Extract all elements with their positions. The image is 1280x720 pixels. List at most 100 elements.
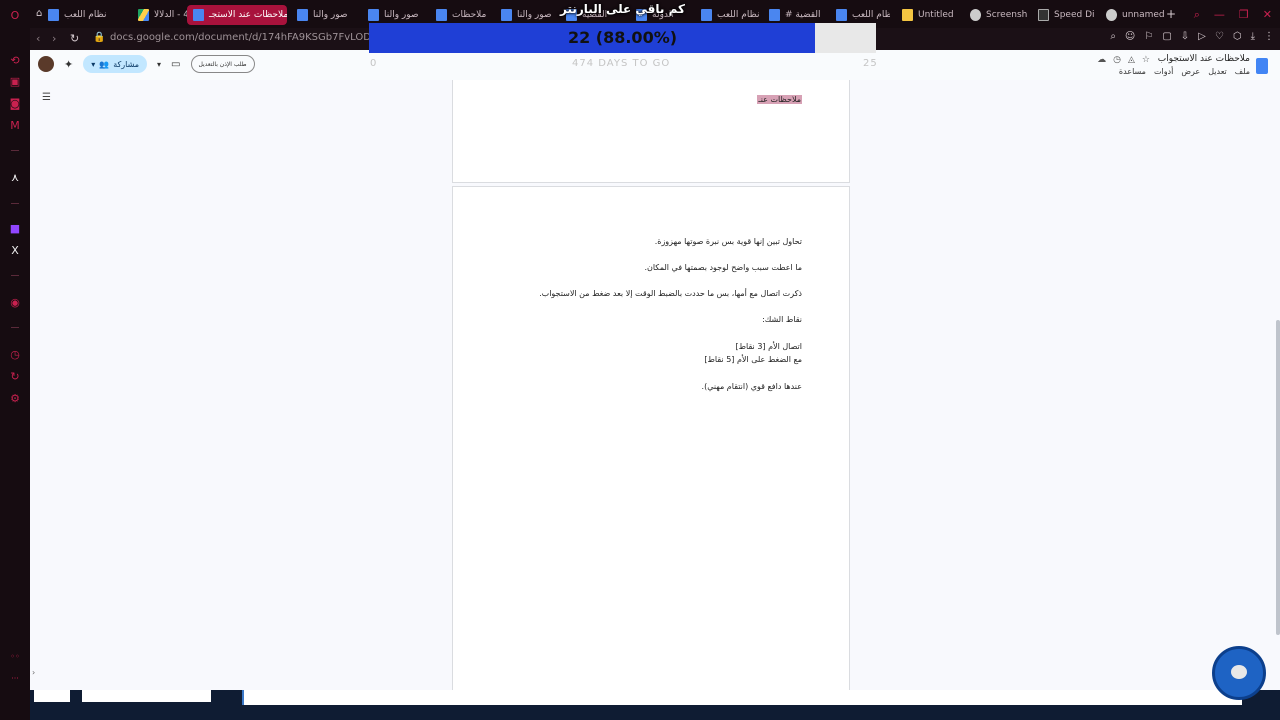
extensions-icon[interactable]: ⬡: [1233, 31, 1242, 42]
docs-icon: [436, 9, 447, 21]
outline-icon[interactable]: ☰: [42, 92, 51, 103]
emoji-icon[interactable]: ☺: [1125, 31, 1135, 42]
browser-tab[interactable]: Speed Di: [1032, 5, 1098, 25]
docs-icon: [636, 9, 647, 21]
browser-tab[interactable]: نظام اللعب: [42, 5, 128, 25]
maximize-icon[interactable]: ❐: [1239, 8, 1249, 22]
sidebar-divider: [11, 150, 19, 151]
close-icon[interactable]: ✕: [1263, 8, 1272, 22]
document-page: ملاحظات عنـ: [452, 80, 850, 183]
search-tabs-icon[interactable]: ⌕: [1194, 8, 1200, 22]
gemini-icon[interactable]: ✦: [64, 58, 73, 71]
docs-icon: [701, 9, 712, 21]
paragraph: ما اعطت سبب واضح لوجود بصمتها في المكان.: [644, 263, 802, 272]
gmail-icon[interactable]: M: [8, 119, 22, 133]
sidebar-divider: [11, 203, 19, 204]
forward-icon[interactable]: ›: [52, 32, 56, 45]
docs-app: ملاحظات عند الاستجواب ملف تعديل عرض أدوا…: [30, 50, 1280, 690]
document-page: تحاول تبين إنها قوية بس نبرة صوتها مهزوز…: [452, 186, 850, 690]
docs-logo-icon[interactable]: [1256, 58, 1268, 74]
twitch-icon[interactable]: ■: [8, 222, 22, 236]
browser-tab[interactable]: القضية #: [763, 5, 827, 25]
highlighted-heading: ملاحظات عنـ: [757, 95, 802, 104]
aria-icon[interactable]: ⋏: [8, 171, 22, 185]
url-field[interactable]: docs.google.com/document/d/174hFA9KSGb7F…: [110, 32, 426, 43]
menu-file[interactable]: ملف: [1235, 67, 1250, 76]
ghost-center: 474 DAYS TO GO: [572, 58, 671, 69]
profile-menu-icon[interactable]: ⋮: [1264, 31, 1274, 42]
browser-tab[interactable]: صور والنا: [362, 5, 430, 25]
taskbar-block: [34, 690, 70, 702]
settings-icon[interactable]: ⚙: [8, 392, 22, 406]
menu-bar: ملف تعديل عرض أدوات مساعدة: [1119, 67, 1250, 76]
tab-label: نظام اللعب: [717, 10, 759, 20]
x-twitter-icon[interactable]: X: [8, 244, 22, 258]
browser-tab[interactable]: الدولة: [630, 5, 690, 25]
more-icon[interactable]: ◦◦: [8, 650, 22, 664]
browser-tab[interactable]: unnamed: [1100, 5, 1164, 25]
browser-tab[interactable]: نظام اللعب: [695, 5, 759, 25]
browser-tab[interactable]: Screensh: [964, 5, 1028, 25]
tab-label: صور والنا: [384, 10, 419, 20]
reload-icon[interactable]: ↻: [70, 32, 79, 45]
browser-tab[interactable]: ملاحظات عند الاستجـ: [187, 5, 287, 25]
avatar[interactable]: [38, 56, 54, 72]
back-icon[interactable]: ‹: [36, 32, 40, 45]
move-icon[interactable]: ◬: [1128, 55, 1135, 65]
shopping-icon[interactable]: ▣: [8, 75, 22, 89]
chat-bubble-icon[interactable]: [1212, 646, 1266, 700]
menu-view[interactable]: عرض: [1181, 67, 1200, 76]
share-button[interactable]: مشاركة 👥 ▾: [83, 55, 148, 73]
toolbar-icons: ⌕ ☺ ⚐ ▢ ⇩ ▷ ♡ ⬡ ⤓ ⋮: [1110, 31, 1274, 42]
title-icons: ☁ ◷ ◬ ☆: [1097, 55, 1150, 65]
refresh-icon[interactable]: ↻: [8, 370, 22, 384]
browser-tab[interactable]: صور والنا: [291, 5, 361, 25]
messenger-icon[interactable]: ◙: [8, 97, 22, 111]
lock-icon[interactable]: 🔒: [93, 32, 105, 43]
downloads-icon[interactable]: ⤓: [1251, 31, 1255, 42]
speed-dial-icon: [1038, 9, 1049, 21]
cloud-status-icon[interactable]: ☁: [1097, 55, 1106, 65]
docs-icon: [368, 9, 379, 21]
browser-tab[interactable]: Untitled: [896, 5, 956, 25]
expand-icon[interactable]: ›: [32, 668, 35, 677]
tab-label: ملاحظات عند الاستجـ: [209, 10, 287, 20]
clock-icon[interactable]: ◷: [8, 348, 22, 362]
minimize-icon[interactable]: —: [1214, 8, 1225, 22]
menu-help[interactable]: مساعدة: [1119, 67, 1146, 76]
player-icon[interactable]: ◉: [8, 296, 22, 310]
opera-logo-icon[interactable]: O: [8, 9, 22, 23]
browser-tab[interactable]: صور والنا: [495, 5, 555, 25]
snapshot-icon[interactable]: ▢: [1162, 31, 1171, 42]
paragraph: مع الضغط على الأم [5 نقاط]: [704, 355, 802, 364]
history-icon[interactable]: ◷: [1113, 55, 1121, 65]
star-icon[interactable]: ☆: [1142, 55, 1150, 65]
menu-tools[interactable]: أدوات: [1154, 67, 1173, 76]
tab-label: 4 - الدلالا: [154, 10, 189, 20]
zoom-icon[interactable]: ⌕: [1110, 31, 1116, 42]
globe-icon: [1106, 9, 1117, 21]
tab-label: Untitled: [918, 10, 954, 20]
document-title[interactable]: ملاحظات عند الاستجواب: [1158, 54, 1250, 64]
new-tab-button[interactable]: +: [1166, 7, 1176, 21]
scrollbar[interactable]: [1276, 320, 1280, 635]
history-icon[interactable]: ⟲: [8, 54, 22, 68]
browser-tab[interactable]: ملاحظات: [430, 5, 492, 25]
download-icon[interactable]: ⇩: [1181, 31, 1189, 42]
tab-label: نظام اللعب: [852, 10, 890, 20]
bookmark-icon[interactable]: ⚐: [1144, 31, 1153, 42]
tab-strip: ⌂ نظام اللعب4 - الدلالاملاحظات عند الاست…: [30, 0, 1280, 30]
browser-tab[interactable]: القضية: [560, 5, 630, 25]
menu-edit[interactable]: تعديل: [1208, 67, 1227, 76]
play-icon[interactable]: ▷: [1198, 31, 1206, 42]
paragraph: عندها دافع قوي (انتقام مهني).: [701, 382, 802, 391]
menu-icon[interactable]: ···: [8, 672, 22, 686]
dropdown-icon[interactable]: ▾: [157, 60, 161, 69]
untitled-icon: [902, 9, 913, 21]
meet-icon[interactable]: ▭: [171, 59, 180, 70]
share-dropdown-icon[interactable]: ▾: [91, 60, 95, 69]
browser-tab[interactable]: نظام اللعب: [830, 5, 890, 25]
request-edit-button[interactable]: طلب الإذن بالتعديل: [190, 55, 255, 73]
tab-label: نظام اللعب: [64, 10, 107, 20]
heart-icon[interactable]: ♡: [1215, 31, 1224, 42]
